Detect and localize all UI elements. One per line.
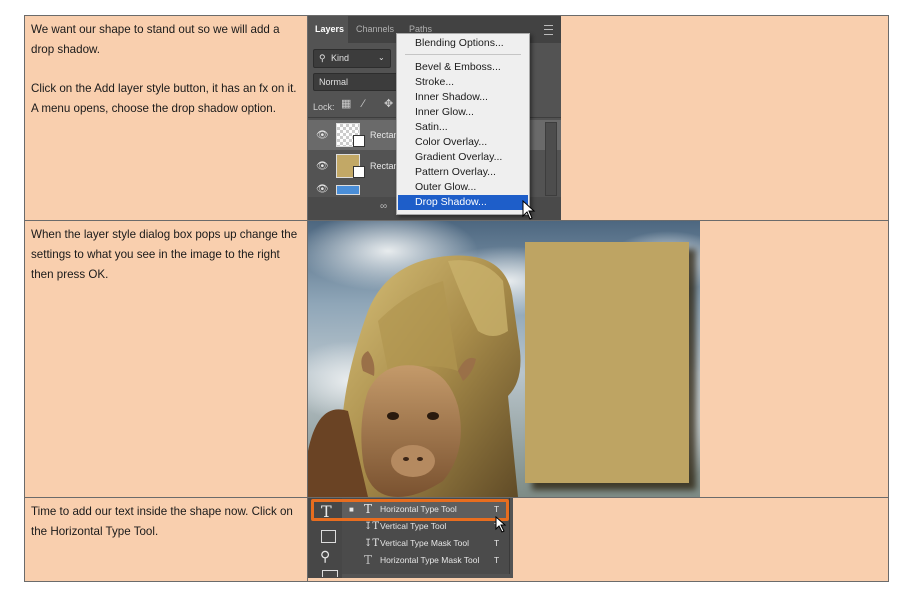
eye-icon[interactable]: 👁 [316, 130, 329, 141]
instruction-cell: When the layer style dialog box pops up … [24, 220, 308, 498]
kind-label: Kind [331, 53, 350, 63]
mask-icon [353, 166, 365, 178]
menu-item-drop-shadow[interactable]: Drop Shadow... [398, 195, 528, 210]
eye-icon[interactable]: 👁 [316, 184, 329, 195]
eye-icon[interactable]: 👁 [316, 161, 329, 172]
menu-item-color-overlay[interactable]: Color Overlay... [398, 135, 528, 150]
zoom-tool-icon[interactable]: ⚲ [320, 548, 330, 565]
menu-item-outer-glow[interactable]: Outer Glow... [398, 180, 528, 195]
mouse-cursor-icon [495, 516, 507, 533]
table-row: We want our shape to stand out so we wil… [24, 15, 889, 221]
instruction-paragraph: When the layer style dialog box pops up … [31, 228, 298, 281]
lock-move-icon[interactable]: ✥ [384, 99, 393, 110]
lock-label: Lock: [313, 102, 335, 112]
mask-icon [353, 135, 365, 147]
layer-thumbnail [336, 185, 360, 195]
lock-transparent-icon[interactable]: ▦ [341, 99, 351, 110]
kind-filter[interactable]: ⚲ Kind ⌄ [313, 49, 391, 68]
tutorial-table: We want our shape to stand out so we wil… [24, 15, 889, 582]
search-icon: ⚲ [319, 53, 326, 63]
menu-item-gradient-overlay[interactable]: Gradient Overlay... [398, 150, 528, 165]
instruction-paragraph: Time to add our text inside the shape no… [31, 505, 293, 538]
mouse-cursor-icon [522, 200, 536, 220]
gold-shape-with-drop-shadow [525, 242, 689, 483]
blend-mode-value: Normal [319, 77, 349, 87]
vertical-type-mask-icon: ↧T [364, 538, 380, 549]
rectangle-tool-icon[interactable] [321, 530, 336, 543]
layer-style-menu: Blending Options... Bevel & Emboss... St… [396, 33, 530, 215]
instruction-paragraph: Click on the Add layer style button, it … [31, 82, 297, 115]
lock-brush-icon[interactable]: ∕ [363, 99, 372, 110]
instruction-cell: Time to add our text inside the shape no… [24, 497, 308, 582]
menu-item-bevel-emboss[interactable]: Bevel & Emboss... [398, 60, 528, 75]
panel-menu-icon[interactable] [544, 25, 553, 35]
instruction-paragraph: We want our shape to stand out so we wil… [31, 23, 280, 56]
tab-channels[interactable]: Channels [356, 24, 394, 34]
hand-tool-icon[interactable] [322, 570, 338, 577]
screenshot-cell: T ⚲ ■ T Horizontal Type Tool T ↧T Vertic… [307, 497, 889, 582]
menu-item-vertical-type-mask[interactable]: ↧T Vertical Type Mask Tool T [342, 535, 509, 552]
table-row: When the layer style dialog box pops up … [24, 220, 889, 498]
layers-panel-screenshot: Layers Channels Paths ⚲ Kind ⌄ Normal Lo… [308, 16, 561, 220]
menu-item-blending-options[interactable]: Blending Options... [398, 36, 528, 51]
menu-item-stroke[interactable]: Stroke... [398, 75, 528, 90]
sphinx-camel-photo [308, 221, 700, 497]
tab-layers[interactable]: Layers [315, 24, 344, 34]
chevron-down-icon: ⌄ [378, 53, 385, 62]
highlight-callout-box [311, 499, 509, 521]
menu-item-inner-shadow[interactable]: Inner Shadow... [398, 90, 528, 105]
screenshot-cell: Layers Channels Paths ⚲ Kind ⌄ Normal Lo… [307, 15, 889, 221]
menu-item-pattern-overlay[interactable]: Pattern Overlay... [398, 165, 528, 180]
layer-name: Rectan [370, 161, 399, 171]
menu-item-inner-glow[interactable]: Inner Glow... [398, 105, 528, 120]
link-icon[interactable]: ∞ [380, 201, 387, 212]
screenshot-cell [307, 220, 889, 498]
layers-scrollbar[interactable] [545, 122, 557, 196]
table-row: Time to add our text inside the shape no… [24, 497, 889, 582]
menu-item-horizontal-type-mask[interactable]: T Horizontal Type Mask Tool T [342, 552, 509, 569]
layer-name: Rectan [370, 130, 399, 140]
type-tool-screenshot: T ⚲ ■ T Horizontal Type Tool T ↧T Vertic… [308, 498, 513, 578]
instruction-cell: We want our shape to stand out so we wil… [24, 15, 308, 221]
horizontal-type-mask-icon: T [364, 553, 373, 567]
menu-item-satin[interactable]: Satin... [398, 120, 528, 135]
